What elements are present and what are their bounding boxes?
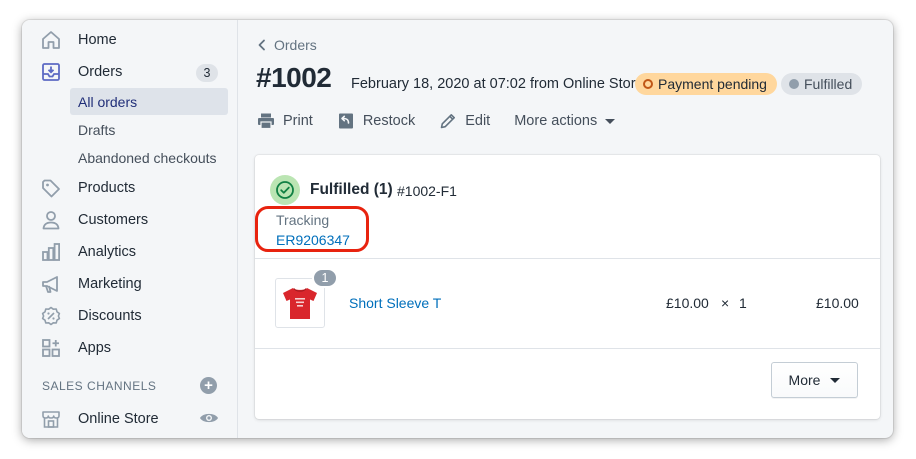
- tag-icon: [40, 177, 62, 199]
- edit-label: Edit: [465, 113, 491, 129]
- card-divider: [255, 258, 880, 259]
- more-button-label: More: [788, 372, 821, 388]
- status-dot-icon: [789, 79, 799, 89]
- sidebar-subitem-abandoned-checkouts[interactable]: Abandoned checkouts: [70, 144, 228, 171]
- chevron-left-icon: [258, 39, 265, 51]
- orders-inbox-icon: [40, 61, 62, 83]
- eye-icon[interactable]: [199, 411, 219, 425]
- sidebar-item-label: Apps: [78, 340, 112, 356]
- product-name-link[interactable]: Short Sleeve T: [349, 295, 441, 311]
- breadcrumb-back-orders[interactable]: Orders: [256, 37, 317, 53]
- sidebar-item-label: Customers: [78, 212, 149, 228]
- sidebar-item-label: Home: [78, 32, 117, 48]
- apps-grid-icon: [40, 337, 62, 359]
- payment-status-label: Payment pending: [658, 76, 767, 92]
- multiply-sign: ×: [721, 295, 730, 311]
- pencil-icon: [440, 114, 456, 129]
- sidebar-item-marketing[interactable]: Marketing: [22, 269, 238, 299]
- line-total: £10.00: [816, 295, 859, 311]
- sidebar-item-apps[interactable]: Apps: [22, 333, 238, 363]
- fulfillment-title: Fulfilled (1): [310, 181, 393, 198]
- more-button[interactable]: More: [771, 362, 858, 398]
- sales-channels-heading: SALES CHANNELS: [42, 379, 157, 393]
- more-actions-label: More actions: [514, 113, 598, 129]
- fulfilled-check-icon: [270, 175, 300, 205]
- main-content: Orders #1002 February 18, 2020 at 07:02 …: [239, 20, 893, 438]
- sidebar-item-discounts[interactable]: Discounts: [22, 301, 238, 331]
- orders-count-badge: 3: [196, 64, 218, 82]
- sidebar-item-orders[interactable]: Orders 3: [22, 57, 238, 87]
- sidebar-subitem-all-orders[interactable]: All orders: [70, 88, 228, 115]
- sidebar-item-label: Discounts: [78, 308, 142, 324]
- fulfillment-status-label: Fulfilled: [804, 76, 853, 92]
- sidebar: Home Orders 3 All orders Drafts Abandone…: [22, 20, 238, 438]
- print-button[interactable]: Print: [257, 112, 313, 130]
- order-date-source: February 18, 2020 at 07:02 from Online S…: [351, 76, 644, 92]
- fulfillment-status-badge: Fulfilled: [781, 73, 863, 95]
- sidebar-item-label: Online Store: [78, 411, 159, 427]
- printer-icon: [258, 113, 274, 130]
- restock-icon: [338, 113, 353, 129]
- card-divider: [255, 348, 880, 349]
- admin-window: Home Orders 3 All orders Drafts Abandone…: [22, 20, 893, 438]
- sidebar-item-home[interactable]: Home: [22, 25, 238, 55]
- bar-chart-icon: [40, 241, 62, 263]
- sidebar-item-customers[interactable]: Customers: [22, 205, 238, 235]
- sidebar-item-products[interactable]: Products: [22, 173, 238, 203]
- more-actions-dropdown[interactable]: More actions: [514, 113, 616, 129]
- restock-label: Restock: [362, 113, 416, 129]
- sidebar-item-label: Orders: [78, 64, 123, 80]
- sidebar-item-analytics[interactable]: Analytics: [22, 237, 238, 267]
- discount-badge-icon: [40, 305, 62, 327]
- item-quantity: 1: [739, 295, 747, 311]
- unit-price: £10.00: [666, 295, 709, 311]
- restock-button[interactable]: Restock: [337, 112, 415, 130]
- sidebar-item-label: Products: [78, 180, 136, 196]
- sidebar-item-label: Marketing: [78, 276, 142, 292]
- breadcrumb-label: Orders: [274, 37, 317, 53]
- order-actions-bar: Print Restock Edit More actions: [257, 110, 639, 132]
- payment-status-badge: Payment pending: [635, 73, 777, 95]
- megaphone-icon: [40, 273, 62, 295]
- caret-down-icon: [605, 118, 616, 124]
- status-dot-icon: [643, 79, 653, 89]
- print-label: Print: [283, 113, 313, 129]
- tracking-highlight-annotation: [255, 206, 369, 252]
- home-icon: [40, 29, 62, 51]
- tshirt-icon: [283, 288, 317, 319]
- fulfillment-id: #1002-F1: [397, 183, 457, 199]
- add-sales-channel-button[interactable]: +: [200, 377, 217, 394]
- storefront-icon: [40, 408, 62, 430]
- item-quantity-badge: 1: [312, 268, 338, 288]
- person-icon: [40, 209, 62, 231]
- page-title: #1002: [256, 62, 332, 93]
- edit-button[interactable]: Edit: [439, 112, 490, 130]
- sidebar-item-label: Analytics: [78, 244, 137, 260]
- fulfillment-card: Fulfilled (1) #1002-F1 Tracking ER920634…: [255, 155, 880, 419]
- caret-down-icon: [830, 377, 841, 383]
- sidebar-subitem-drafts[interactable]: Drafts: [70, 116, 228, 143]
